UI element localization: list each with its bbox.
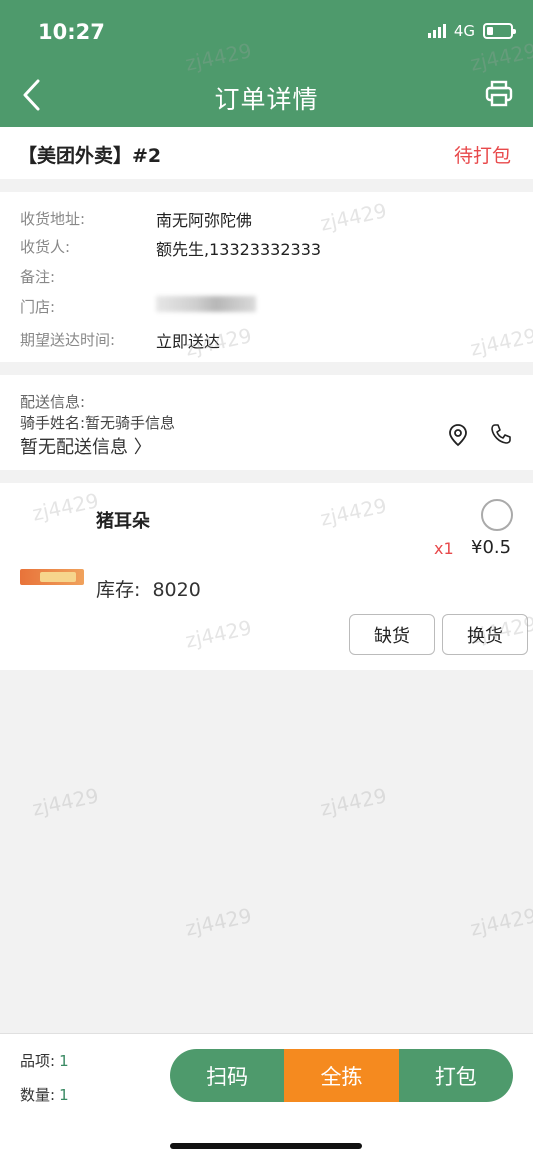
receiver-label: 收货人: (20, 238, 71, 256)
product-name: 猪耳朵 (96, 511, 150, 532)
product-card: 猪耳朵 x1 ¥0.5 库存: 8020 缺货 换货 (0, 483, 533, 670)
watermark: zj4429 (318, 783, 389, 821)
expected-time-value: 立即送达 (156, 332, 221, 351)
order-source: 【美团外卖】#2 (18, 145, 162, 167)
items-label: 品项: (20, 1052, 56, 1070)
items-value: 1 (59, 1052, 69, 1070)
rider-name: 骑手姓名:暂无骑手信息 (20, 414, 176, 432)
watermark: zj4429 (183, 903, 254, 941)
signal-icon (427, 24, 446, 38)
replace-button[interactable]: 换货 (442, 614, 528, 655)
pack-button[interactable]: 打包 (398, 1049, 513, 1102)
product-quantity: x1 (434, 539, 454, 558)
stock-label: 库存: (96, 579, 141, 601)
product-thumbnail (20, 569, 84, 585)
delivery-label: 配送信息: (20, 393, 86, 411)
app-header: 10:27 4G 订单详情 (0, 0, 533, 127)
store-value-blurred (156, 296, 256, 312)
battery-icon (483, 23, 516, 39)
home-indicator[interactable] (170, 1143, 362, 1149)
stock-value: 8020 (152, 579, 201, 601)
quantity-label: 数量: (20, 1086, 56, 1104)
delivery-detail-link[interactable]: 暂无配送信息 〉 (20, 433, 152, 459)
scan-button[interactable]: 扫码 (170, 1049, 285, 1102)
pick-all-button[interactable]: 全拣 (284, 1049, 399, 1102)
receiver-value: 额先生,13323332333 (156, 240, 322, 259)
product-select-radio[interactable] (481, 499, 513, 531)
watermark: zj4429 (30, 783, 101, 821)
address-label: 收货地址: (20, 210, 86, 228)
note-label: 备注: (20, 268, 56, 286)
status-time: 10:27 (38, 20, 105, 44)
store-label: 门店: (20, 298, 56, 316)
watermark: zj4429 (468, 903, 533, 941)
status-indicators: 4G (427, 22, 516, 40)
items-count: 品项: 1 (20, 1050, 69, 1071)
bottom-action-bar: 品项: 1 数量: 1 扫码 全拣 打包 (0, 1033, 533, 1164)
page-title: 订单详情 (214, 85, 319, 114)
network-type: 4G (453, 22, 475, 40)
product-price: ¥0.5 (471, 537, 512, 558)
order-status-badge: 待打包 (453, 145, 511, 167)
address-value: 南无阿弥陀佛 (156, 211, 253, 230)
out-of-stock-button[interactable]: 缺货 (349, 614, 435, 655)
order-header: 【美团外卖】#2 待打包 (0, 127, 533, 179)
printer-icon[interactable] (485, 80, 513, 108)
product-stock: 库存: 8020 (96, 575, 201, 602)
expected-time-label: 期望送达时间: (20, 331, 116, 349)
map-pin-icon[interactable] (447, 423, 469, 447)
action-button-group: 扫码 全拣 打包 (170, 1049, 513, 1102)
quantity-value: 1 (59, 1086, 69, 1104)
phone-icon[interactable] (490, 423, 512, 445)
quantity-count: 数量: 1 (20, 1084, 69, 1105)
order-info-card: 收货地址: 南无阿弥陀佛 收货人: 额先生,13323332333 备注: 门店… (0, 192, 533, 362)
